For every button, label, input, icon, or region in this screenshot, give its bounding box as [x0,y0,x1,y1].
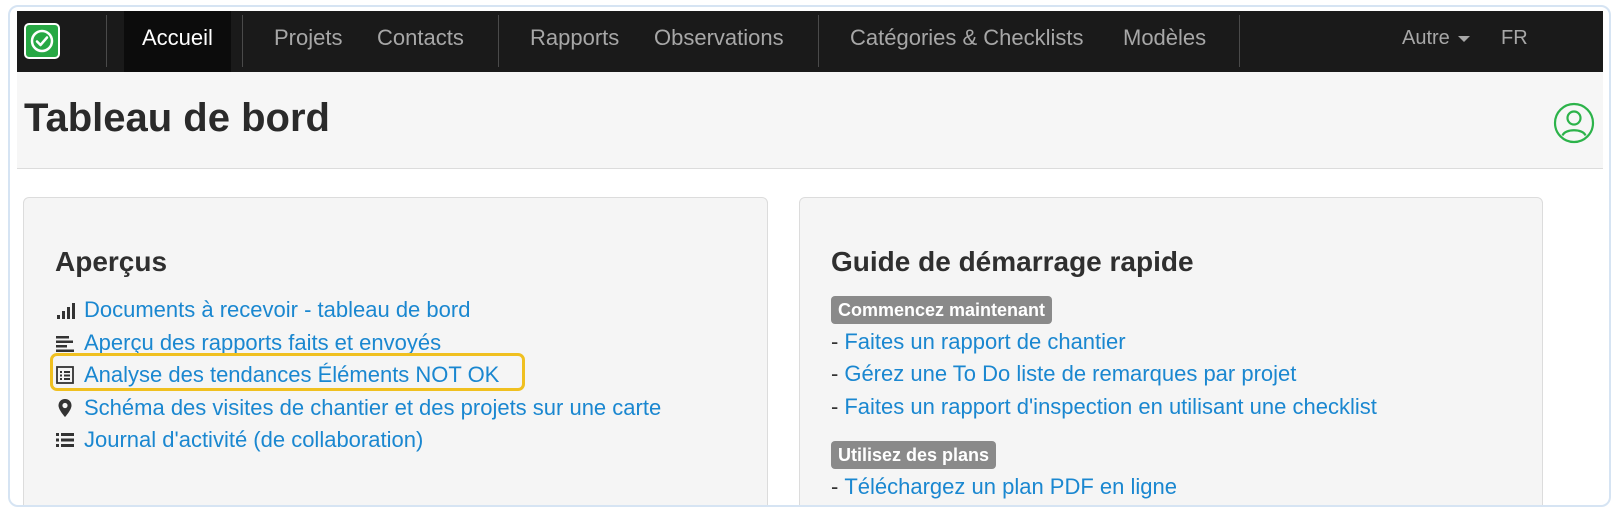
nav-item-observations[interactable]: Observations [654,11,784,72]
guide-link-inspection-report[interactable]: - Faites un rapport d'inspection en utili… [831,392,1377,422]
user-account-icon[interactable] [1553,102,1595,144]
nav-more-dropdown[interactable]: Autre [1402,11,1470,72]
nav-separator [818,15,819,67]
nav-item-rapports[interactable]: Rapports [530,11,619,72]
overview-link-label: Schéma des visites de chantier et des pr… [84,395,662,421]
list-icon [56,433,74,448]
caret-down-icon [1457,35,1470,42]
overviews-panel: Aperçus Documents à recevoir - tableau d… [23,197,768,505]
overview-link-documents[interactable]: Documents à recevoir - tableau de bord [55,294,470,324]
list-dash: - [831,361,839,386]
nav-item-modeles[interactable]: Modèles [1123,11,1206,72]
nav-separator [498,15,499,67]
nav-item-contacts[interactable]: Contacts [377,11,464,72]
align-left-icon [56,336,74,353]
map-marker-icon [58,399,72,418]
overview-link-trend-analysis[interactable]: Analyse des tendances Éléments NOT OK [55,359,499,389]
guide-link-upload-plan[interactable]: - Téléchargez un plan PDF en ligne [831,472,1177,502]
language-selector[interactable]: FR [1501,11,1528,72]
overview-link-map[interactable]: Schéma des visites de chantier et des pr… [55,392,661,422]
list-dash: - [831,474,839,499]
page-header: Tableau de bord [17,72,1603,169]
quick-start-title: Guide de démarrage rapide [831,246,1194,277]
overview-link-label: Documents à recevoir - tableau de bord [84,297,471,323]
overview-link-label: Aperçu des rapports faits et envoyés [84,330,442,356]
app-frame: Accueil Projets Contacts Rapports Observ… [8,5,1611,507]
overview-link-label: Analyse des tendances Éléments NOT OK [84,362,500,388]
signal-bars-icon [57,303,75,320]
guide-link-site-report[interactable]: - Faites un rapport de chantier [831,327,1126,357]
guide-link-label: Faites un rapport de chantier [844,329,1126,354]
guide-link-todo-list[interactable]: - Gérez une To Do liste de remarques par … [831,359,1296,389]
quick-start-panel: Guide de démarrage rapide Commencez main… [799,197,1543,505]
section-badge: Utilisez des plans [831,441,997,469]
nav-separator [242,15,243,67]
overview-link-activity-log[interactable]: Journal d'activité (de collaboration) [55,424,423,454]
app-logo-icon[interactable] [24,23,60,59]
list-alt-icon [56,366,74,385]
guide-link-label: Téléchargez un plan PDF en ligne [844,474,1177,499]
nav-separator [106,15,107,67]
list-dash: - [831,394,839,419]
nav-separator [1239,15,1240,67]
guide-link-label: Faites un rapport d'inspection en utilis… [844,394,1377,419]
overview-link-label: Journal d'activité (de collaboration) [84,427,424,453]
guide-link-label: Gérez une To Do liste de remarques par p… [844,361,1297,386]
list-dash: - [831,329,839,354]
page-title: Tableau de bord [24,96,330,140]
section-badge: Commencez maintenant [831,296,1053,324]
nav-item-accueil[interactable]: Accueil [124,11,231,72]
overviews-title: Aperçus [55,246,168,277]
nav-more-label: Autre [1402,27,1450,49]
nav-item-projets[interactable]: Projets [274,11,342,72]
top-navbar: Accueil Projets Contacts Rapports Observ… [17,11,1603,72]
nav-item-categories-checklists[interactable]: Catégories & Checklists [850,11,1084,72]
